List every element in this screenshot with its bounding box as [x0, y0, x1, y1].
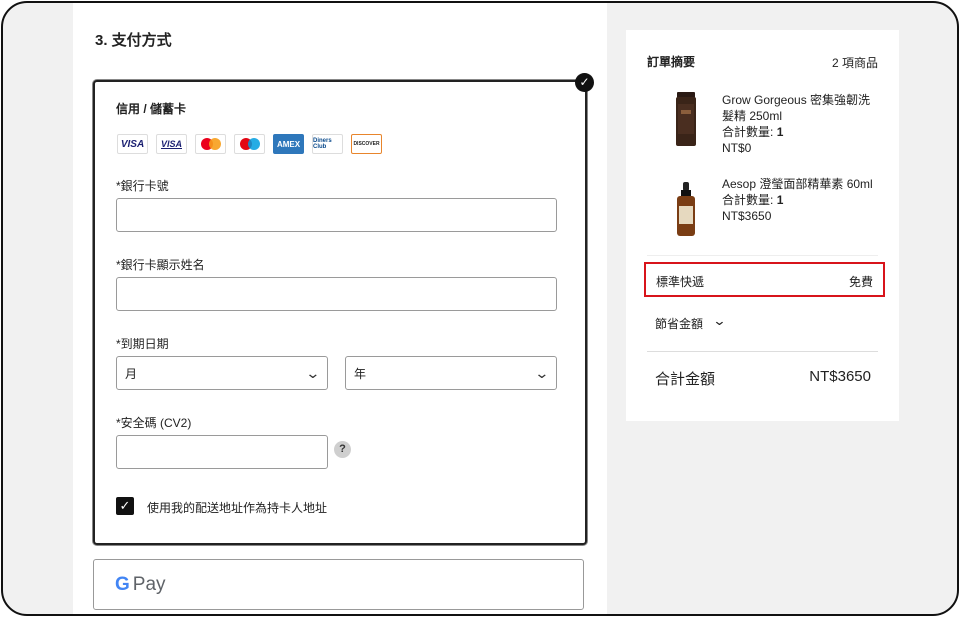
cardholder-name-input[interactable]	[116, 277, 557, 311]
google-g-icon: G	[115, 573, 130, 595]
cvv-input[interactable]	[116, 435, 328, 469]
cvv-label: *安全碼 (CV2)	[116, 416, 192, 430]
cardholder-name-label: *銀行卡顯示姓名	[116, 258, 205, 272]
order-summary: 訂單摘要 2 項商品 Grow Gorgeous 密集強韌洗髮精 250ml 合…	[626, 30, 899, 421]
summary-item-count: 2 項商品	[831, 56, 878, 70]
summary-title: 訂單摘要	[647, 55, 696, 69]
cart-item: Aesop 澄瑩面部精華素 60ml 合計數量: 1 NT$3650	[722, 176, 882, 224]
card-number-label: *銀行卡號	[116, 179, 169, 193]
same-address-label: 使用我的配送地址作為持卡人地址	[147, 501, 328, 515]
selected-check-icon: ✓	[575, 73, 594, 92]
payment-section-title: 3. 支付方式	[95, 32, 172, 49]
cart-item: Grow Gorgeous 密集強韌洗髮精 250ml 合計數量: 1 NT$0	[722, 92, 882, 156]
discover-logo: DISCOVER	[351, 134, 382, 154]
visa-logo: VISA	[117, 134, 148, 154]
shipping-value: 免費	[848, 275, 873, 289]
item-price: NT$0	[722, 141, 752, 155]
chevron-down-icon: ⌄	[534, 364, 550, 381]
diners-club-logo: Diners Club	[312, 134, 343, 154]
payment-column: 3. 支付方式 信用 / 儲蓄卡 VISA VISA AMEX Diners C…	[73, 3, 607, 614]
google-pay-label: Pay	[132, 573, 166, 595]
divider	[647, 255, 878, 256]
browser-frame: 3. 支付方式 信用 / 儲蓄卡 VISA VISA AMEX Diners C…	[1, 1, 959, 616]
expiry-month-value: 月	[125, 366, 138, 381]
card-panel-title: 信用 / 儲蓄卡	[116, 102, 187, 116]
card-number-input[interactable]	[116, 198, 557, 232]
item-name: Grow Gorgeous 密集強韌洗髮精 250ml	[722, 93, 871, 123]
mastercard-logo	[195, 134, 226, 154]
expiry-year-value: 年	[354, 366, 367, 381]
same-address-checkbox[interactable]: ✓	[116, 497, 134, 515]
chevron-down-icon[interactable]: ⌄	[712, 313, 726, 329]
shampoo-product-image	[676, 92, 696, 146]
help-icon[interactable]: ?	[334, 441, 351, 458]
amex-logo: AMEX	[273, 134, 304, 154]
expiry-year-select[interactable]: 年 ⌄	[345, 356, 557, 390]
google-pay-button[interactable]: G Pay	[93, 559, 584, 610]
savings-toggle[interactable]: 節省金額	[655, 315, 703, 332]
total-value: NT$3650	[809, 368, 871, 385]
maestro-logo	[234, 134, 265, 154]
shipping-label: 標準快遞	[656, 275, 705, 289]
item-price: NT$3650	[722, 209, 772, 223]
total-label: 合計金額	[655, 371, 716, 388]
shipping-row: 標準快遞 免費	[644, 262, 885, 297]
item-quantity: 合計數量: 1	[722, 125, 784, 139]
expiry-month-select[interactable]: 月 ⌄	[116, 356, 328, 390]
item-name: Aesop 澄瑩面部精華素 60ml	[722, 177, 873, 191]
serum-product-image	[677, 182, 695, 236]
chevron-down-icon: ⌄	[305, 364, 321, 381]
visa-electron-logo: VISA	[156, 134, 187, 154]
divider	[647, 351, 878, 352]
card-payment-panel[interactable]: 信用 / 儲蓄卡 VISA VISA AMEX Diners Club DISC…	[93, 80, 587, 545]
expiry-label: *到期日期	[116, 337, 169, 351]
item-quantity: 合計數量: 1	[722, 193, 784, 207]
card-brand-list: VISA VISA AMEX Diners Club DISCOVER	[117, 134, 382, 154]
